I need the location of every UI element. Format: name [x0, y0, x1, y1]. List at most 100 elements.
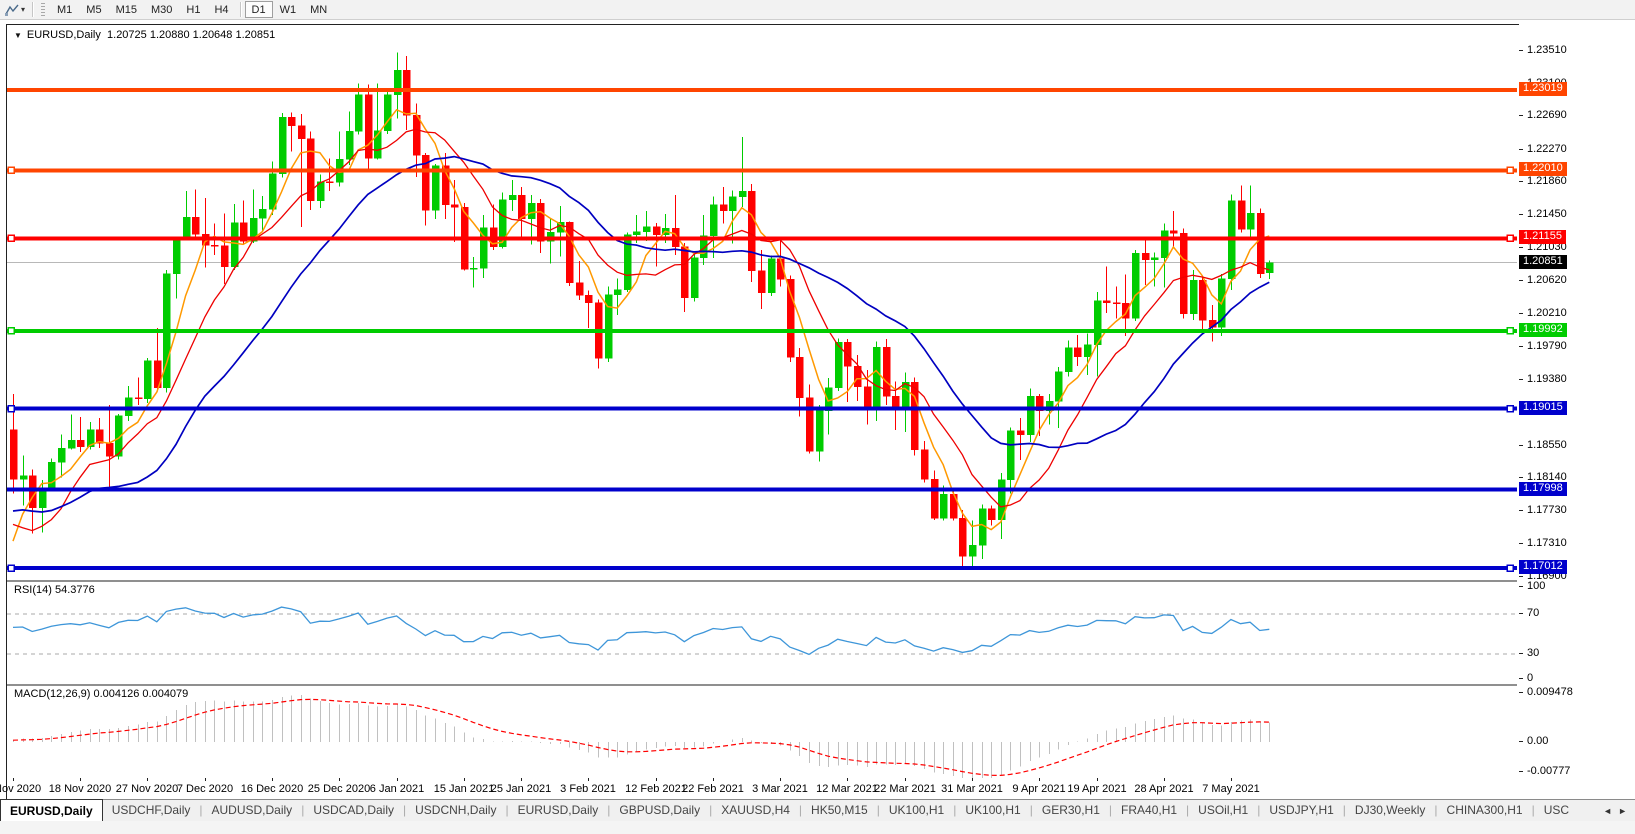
- date-label: 12 Mar 2021: [816, 783, 878, 795]
- date-tick: [656, 778, 657, 781]
- timeframe-button-M5[interactable]: M5: [79, 1, 108, 18]
- timeframe-button-H1[interactable]: H1: [179, 1, 207, 18]
- line-handle: [7, 327, 15, 335]
- date-label: 27 Nov 2020: [115, 783, 179, 795]
- toolbar-separator: [32, 2, 34, 17]
- date-tick: [13, 778, 14, 781]
- timeframe-button-W1[interactable]: W1: [273, 1, 304, 18]
- price-tick: [1519, 50, 1523, 51]
- price-tick-label: 1.19790: [1527, 340, 1567, 352]
- price-tick-label: 1.22270: [1527, 143, 1567, 155]
- price-tick: [1519, 280, 1523, 281]
- timeframe-toolbar: M1 M5 M15 M30 H1 H4 D1 W1 MN: [50, 1, 334, 18]
- date-label: 12 Feb 2021: [625, 783, 687, 795]
- date-label: 15 Jan 2021: [433, 783, 495, 795]
- price-tick-label: 1.17310: [1527, 537, 1567, 549]
- date-tick: [205, 778, 206, 781]
- date-label: 25 Jan 2021: [490, 783, 552, 795]
- date-tick: [1039, 778, 1040, 781]
- price-tick-label: 1.21860: [1527, 175, 1567, 187]
- collapse-triangle-icon[interactable]: ▼: [14, 31, 22, 40]
- tab-USDCAD-Daily[interactable]: USDCAD,Daily: [304, 800, 403, 822]
- date-tick: [147, 778, 148, 781]
- tab-GBPUSD-Daily[interactable]: GBPUSD,Daily: [610, 800, 709, 822]
- line-handle: [1506, 166, 1514, 175]
- date-tick: [397, 778, 398, 781]
- date-label: 3 Mar 2021: [752, 783, 808, 795]
- tab-USDCHF-Daily[interactable]: USDCHF,Daily: [103, 800, 200, 822]
- tab-CHINA300-H1[interactable]: CHINA300,H1: [1438, 800, 1532, 822]
- date-label: 6 Jan 2021: [369, 783, 425, 795]
- price-tick: [1519, 346, 1523, 347]
- line-handle: [1506, 564, 1514, 572]
- tab-DJ30-Weekly[interactable]: DJ30,Weekly: [1346, 800, 1434, 822]
- price-line-badge: 1.19015: [1519, 401, 1567, 415]
- rsi-axis-label: 100: [1527, 580, 1546, 592]
- date-label: 22 Feb 2021: [682, 783, 744, 795]
- tab-scroll-left-icon[interactable]: ◄: [1603, 806, 1612, 816]
- date-label: 31 Mar 2021: [941, 783, 1003, 795]
- tab-EURUSD-Daily[interactable]: EURUSD,Daily: [509, 800, 608, 822]
- chart-title: ▼ EURUSD,Daily 1.20725 1.20880 1.20648 1.…: [14, 29, 275, 41]
- tab-UK100-H1[interactable]: UK100,H1: [880, 800, 953, 822]
- date-label: 25 Dec 2020: [307, 783, 371, 795]
- date-label: 9 Apr 2021: [1012, 783, 1066, 795]
- date-axis[interactable]: 9 Nov 2020 18 Nov 202027 Nov 20207 Dec 20…: [0, 778, 1517, 799]
- toolbar-grip[interactable]: [41, 2, 46, 17]
- price-tick: [1519, 115, 1523, 116]
- price-tick: [1519, 510, 1523, 511]
- rsi-axis-label: 30: [1527, 647, 1540, 659]
- chart-window[interactable]: ▼ EURUSD,Daily 1.20725 1.20880 1.20648 1.…: [0, 24, 1520, 800]
- price-tick: [1519, 576, 1523, 577]
- tab-GER30-H1[interactable]: GER30,H1: [1033, 800, 1109, 822]
- line-handle: [7, 404, 15, 413]
- tab-AUDUSD-Daily[interactable]: AUDUSD,Daily: [203, 800, 302, 822]
- price-tick: [1519, 313, 1523, 314]
- macd-label: MACD(12,26,9) 0.004126 0.004079: [14, 688, 189, 700]
- tab-USOil-H1[interactable]: USOil,H1: [1189, 800, 1257, 822]
- dropdown-caret-icon[interactable]: ▾: [21, 5, 25, 14]
- tab-USDJPY-H1[interactable]: USDJPY,H1: [1260, 800, 1342, 822]
- timeframe-button-D1[interactable]: D1: [244, 1, 273, 18]
- tab-EURUSD-Daily[interactable]: EURUSD,Daily: [0, 799, 103, 822]
- date-tick: [780, 778, 781, 781]
- date-tick: [588, 778, 589, 781]
- line-handle: [7, 234, 15, 243]
- timeframe-button-M30[interactable]: M30: [144, 1, 179, 18]
- date-tick: [1231, 778, 1232, 781]
- tab-USDCNH-Daily[interactable]: USDCNH,Daily: [406, 800, 505, 822]
- price-tick-label: 1.23510: [1527, 44, 1567, 56]
- rsi-tick: [1519, 653, 1523, 654]
- macd-indicator-pane[interactable]: [7, 686, 1517, 778]
- price-tick-label: 1.22690: [1527, 109, 1567, 121]
- chart-line-tool-icon[interactable]: [3, 2, 21, 18]
- price-tick: [1519, 214, 1523, 215]
- date-tick: [80, 778, 81, 781]
- rsi-indicator-pane[interactable]: [7, 582, 1517, 684]
- timeframe-button-M15[interactable]: M15: [109, 1, 144, 18]
- tab-UK100-H1[interactable]: UK100,H1: [956, 800, 1029, 822]
- date-tick: [339, 778, 340, 781]
- tab-XAUUSD-H4[interactable]: XAUUSD,H4: [712, 800, 799, 822]
- tab-HK50-M15[interactable]: HK50,M15: [802, 800, 877, 822]
- timeframe-button-M1[interactable]: M1: [50, 1, 79, 18]
- date-label: 3 Feb 2021: [560, 783, 616, 795]
- price-axis[interactable]: 1.235101.231001.226901.222701.218601.214…: [1519, 24, 1635, 800]
- timeframe-button-MN[interactable]: MN: [303, 1, 334, 18]
- price-tick-label: 1.21450: [1527, 208, 1567, 220]
- price-tick: [1519, 149, 1523, 150]
- candlestick-chart[interactable]: [7, 25, 1517, 580]
- price-tick: [1519, 181, 1523, 182]
- date-label: 19 Apr 2021: [1067, 783, 1127, 795]
- timeframe-button-H4[interactable]: H4: [207, 1, 235, 18]
- date-label: 18 Nov 2020: [48, 783, 112, 795]
- tab-USC[interactable]: USC: [1535, 800, 1578, 822]
- tab-FRA40-H1[interactable]: FRA40,H1: [1112, 800, 1186, 822]
- rsi-axis-label: 0: [1527, 672, 1534, 684]
- price-line-badge: 1.17012: [1519, 560, 1567, 574]
- line-handle: [1506, 404, 1514, 413]
- price-tick: [1519, 247, 1523, 248]
- date-label: 16 Dec 2020: [240, 783, 304, 795]
- rsi-tick: [1519, 613, 1523, 614]
- tab-scroll-right-icon[interactable]: ►: [1618, 806, 1627, 816]
